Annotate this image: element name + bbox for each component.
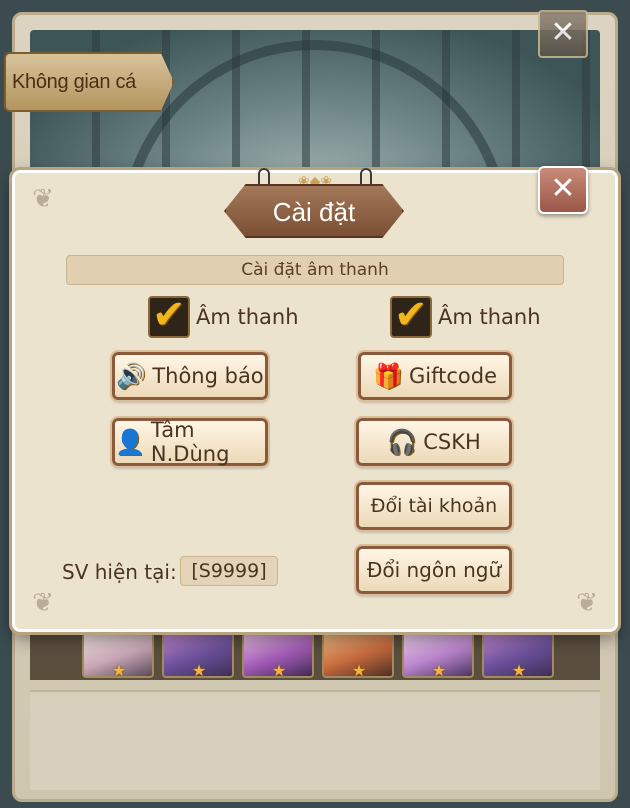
hero-portraits: ★ ★ ★ ★ ★ ★ [82, 628, 554, 680]
support-label: CSKH [423, 430, 481, 454]
current-server-value: [S9999] [180, 556, 278, 586]
giftcode-label: Giftcode [408, 364, 497, 388]
dialog-close-button[interactable]: ✕ [538, 166, 588, 214]
switch-account-label: Đổi tài khoản [370, 495, 498, 517]
background-lower-panel [30, 690, 600, 790]
background-close-button[interactable]: ✕ [538, 10, 588, 58]
hero-portrait[interactable]: ★ [82, 628, 154, 680]
gift-icon: 🎁 [373, 362, 403, 390]
star-icon: ★ [271, 661, 287, 680]
hook-icon [360, 168, 372, 184]
change-language-button[interactable]: Đổi ngôn ngữ [354, 544, 514, 596]
dialog-title: Cài đặt [224, 184, 404, 238]
sound-toggle-label: Âm thanh [196, 305, 299, 329]
switch-account-button[interactable]: Đổi tài khoản [354, 480, 514, 532]
account-button[interactable]: 👤 Tâm N.Dùng [110, 416, 270, 468]
account-label: Tâm N.Dùng [150, 418, 230, 466]
corner-ornament-icon: ❦ [32, 184, 54, 214]
support-button[interactable]: 🎧 CSKH [354, 416, 514, 468]
sound-toggle-left[interactable]: ✔ Âm thanh [148, 292, 299, 338]
giftcode-button[interactable]: 🎁 Giftcode [356, 350, 514, 402]
sound-toggle-label: Âm thanh [438, 305, 541, 329]
hero-portrait[interactable]: ★ [322, 628, 394, 680]
hero-portrait[interactable]: ★ [402, 628, 474, 680]
star-icon: ★ [191, 661, 207, 680]
user-icon: 👤 [115, 428, 145, 456]
notification-button[interactable]: 🔊 Thông báo [110, 350, 270, 402]
personal-space-tab[interactable]: Không gian cá nhân [4, 52, 174, 112]
corner-ornament-icon: ❦ [576, 588, 598, 618]
star-icon: ★ [431, 661, 447, 680]
close-icon: ✕ [550, 171, 576, 206]
speaker-icon: 🔊 [116, 362, 147, 390]
change-language-label: Đổi ngôn ngữ [366, 558, 502, 582]
sound-checkbox[interactable]: ✔ [390, 292, 432, 338]
notification-label: Thông báo [152, 364, 264, 388]
checkmark-icon: ✔ [152, 292, 186, 338]
checkmark-icon: ✔ [394, 292, 428, 338]
hero-portrait[interactable]: ★ [482, 628, 554, 680]
star-icon: ★ [511, 661, 527, 680]
close-icon: ✕ [550, 15, 576, 50]
hero-portrait[interactable]: ★ [242, 628, 314, 680]
star-icon: ★ [111, 661, 127, 680]
sound-settings-header: Cài đặt âm thanh [66, 255, 564, 285]
current-server-label: SV hiện tại: [62, 560, 177, 584]
sound-checkbox[interactable]: ✔ [148, 292, 190, 338]
hook-icon [258, 168, 270, 184]
corner-ornament-icon: ❦ [32, 588, 54, 618]
hero-portrait[interactable]: ★ [162, 628, 234, 680]
sound-toggle-right[interactable]: ✔ Âm thanh [390, 292, 541, 338]
star-icon: ★ [351, 661, 367, 680]
headset-icon: 🎧 [387, 428, 418, 456]
